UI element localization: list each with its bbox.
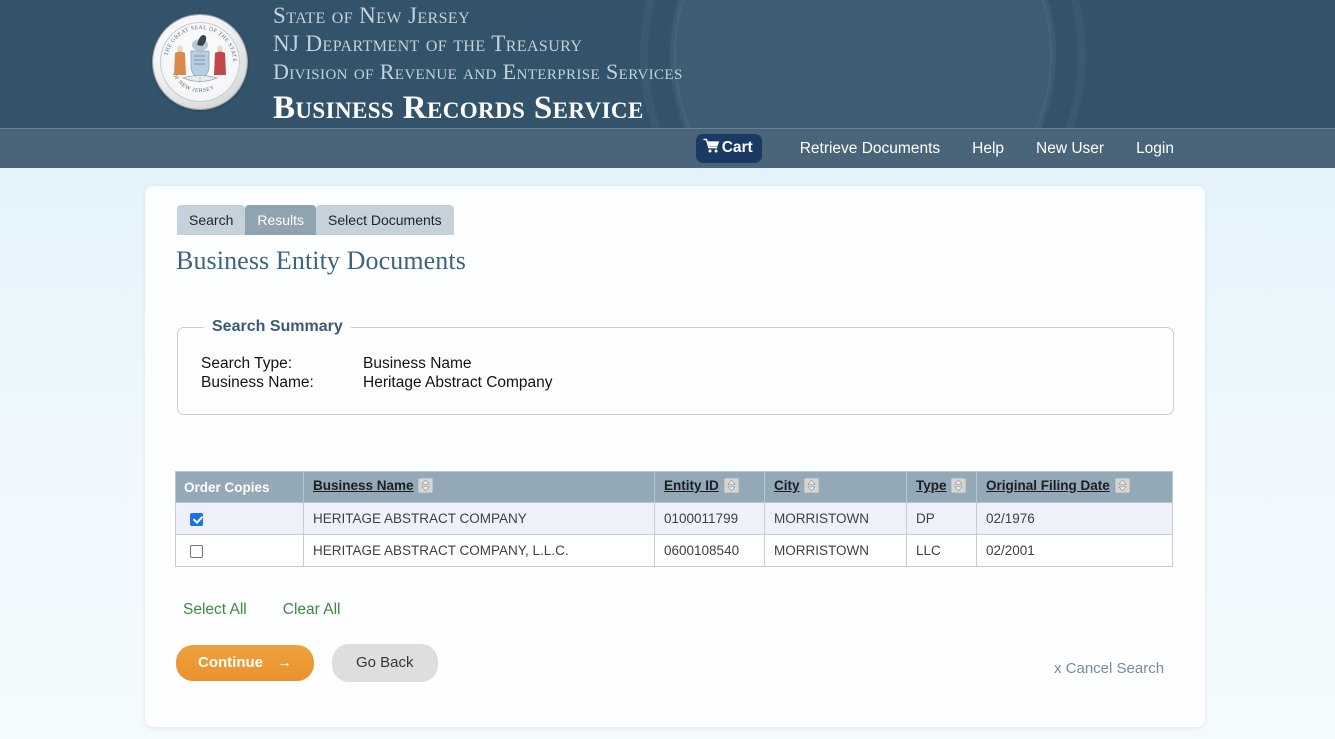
page-title: Business Entity Documents [176, 246, 466, 275]
cell-type: LLC [906, 534, 977, 567]
results-table: Order Copies Business Name Entity ID Cit… [175, 471, 1173, 567]
row-checkbox-cell[interactable] [175, 534, 304, 567]
summary-label-business-name: Business Name: [201, 374, 314, 391]
column-label-original-filing-date[interactable]: Original Filing Date [986, 478, 1110, 493]
tab-bar: Search Results Select Documents [177, 205, 454, 242]
summary-value-search-type: Business Name [363, 355, 472, 372]
tab-results[interactable]: Results [245, 205, 317, 242]
column-header-entity-id[interactable]: Entity ID [654, 471, 765, 503]
summary-row-business-name: Business Name: Heritage Abstract Company [201, 373, 1173, 392]
state-seal-icon: THE GREAT SEAL OF THE STATE OF NEW JERSE… [153, 15, 247, 109]
select-all-link[interactable]: Select All [183, 601, 247, 619]
column-header-business-name[interactable]: Business Name [303, 471, 655, 503]
clear-all-link[interactable]: Clear All [283, 601, 341, 619]
go-back-button[interactable]: Go Back [332, 644, 438, 682]
masthead-line-division: Division of Revenue and Enterprise Servi… [273, 59, 683, 84]
svg-text:OF NEW JERSEY: OF NEW JERSEY [171, 72, 216, 94]
masthead: THE GREAT SEAL OF THE STATE OF NEW JERSE… [0, 0, 1335, 128]
nav-items: Cart Retrieve Documents Help New User Lo… [695, 134, 1190, 163]
cell-original-filing-date: 02/2001 [976, 534, 1173, 567]
shopping-cart-icon [703, 138, 720, 158]
table-header-row: Order Copies Business Name Entity ID Cit… [175, 471, 1173, 503]
nav-link-new-user[interactable]: New User [1020, 140, 1120, 158]
masthead-line-service: Business Records Service [273, 90, 644, 126]
search-summary-panel: Search Summary Search Type: Business Nam… [177, 318, 1174, 415]
order-copies-checkbox[interactable] [190, 512, 203, 526]
column-label-city[interactable]: City [774, 478, 800, 493]
masthead-titles: State of New Jersey NJ Department of the… [273, 2, 683, 128]
summary-value-business-name: Heritage Abstract Company [363, 374, 553, 391]
continue-label: Continue [198, 654, 263, 671]
sort-icon-city[interactable] [803, 477, 820, 496]
column-label-order-copies: Order Copies [184, 479, 270, 495]
search-summary-rows: Search Type: Business Name Business Name… [178, 354, 1173, 392]
column-label-type[interactable]: Type [916, 478, 947, 493]
table-row[interactable]: HERITAGE ABSTRACT COMPANY 0100011799 MOR… [175, 502, 1173, 535]
cancel-search-link[interactable]: x Cancel Search [1054, 660, 1164, 677]
row-checkbox-cell[interactable] [175, 502, 304, 535]
column-header-type[interactable]: Type [906, 471, 977, 503]
cell-original-filing-date: 02/1976 [976, 502, 1173, 535]
selection-links: Select All Clear All [183, 601, 340, 619]
summary-row-search-type: Search Type: Business Name [201, 354, 1173, 373]
column-label-business-name[interactable]: Business Name [313, 478, 414, 493]
nav-link-retrieve-documents[interactable]: Retrieve Documents [784, 140, 956, 158]
summary-label-search-type: Search Type: [201, 355, 293, 372]
tab-select-documents[interactable]: Select Documents [316, 205, 454, 235]
cell-entity-id: 0100011799 [654, 502, 765, 535]
column-header-order-copies: Order Copies [175, 471, 304, 503]
nav-link-help[interactable]: Help [956, 140, 1020, 158]
navigation-bar: Cart Retrieve Documents Help New User Lo… [0, 128, 1335, 168]
search-summary-legend: Search Summary [212, 318, 343, 335]
sort-icon-entity-id[interactable] [723, 477, 739, 496]
order-copies-checkbox[interactable] [190, 544, 203, 558]
masthead-line-department: NJ Department of the Treasury [273, 31, 583, 56]
column-label-entity-id[interactable]: Entity ID [664, 478, 719, 493]
cell-entity-id: 0600108540 [654, 534, 765, 567]
cell-city: MORRISTOWN [764, 502, 907, 535]
tab-search[interactable]: Search [177, 205, 246, 235]
cell-city: MORRISTOWN [764, 534, 907, 567]
masthead-line-state: State of New Jersey [273, 3, 471, 28]
cell-business-name: HERITAGE ABSTRACT COMPANY [303, 502, 655, 535]
sort-icon-business-name[interactable] [417, 477, 434, 496]
arrow-right-icon: → [277, 654, 292, 671]
table-row[interactable]: HERITAGE ABSTRACT COMPANY, L.L.C. 060010… [175, 534, 1173, 567]
action-buttons: Continue → Go Back [176, 644, 438, 682]
cart-label: Cart [721, 139, 753, 156]
cell-business-name: HERITAGE ABSTRACT COMPANY, L.L.C. [303, 534, 655, 567]
cart-button[interactable]: Cart [695, 134, 762, 163]
column-header-city[interactable]: City [764, 471, 907, 503]
continue-button[interactable]: Continue → [176, 645, 314, 681]
column-header-original-filing-date[interactable]: Original Filing Date [976, 471, 1173, 503]
cell-type: DP [906, 502, 977, 535]
sort-icon-type[interactable] [950, 477, 967, 496]
sort-icon-original-filing-date[interactable] [1114, 477, 1130, 496]
nav-link-login[interactable]: Login [1120, 140, 1190, 158]
